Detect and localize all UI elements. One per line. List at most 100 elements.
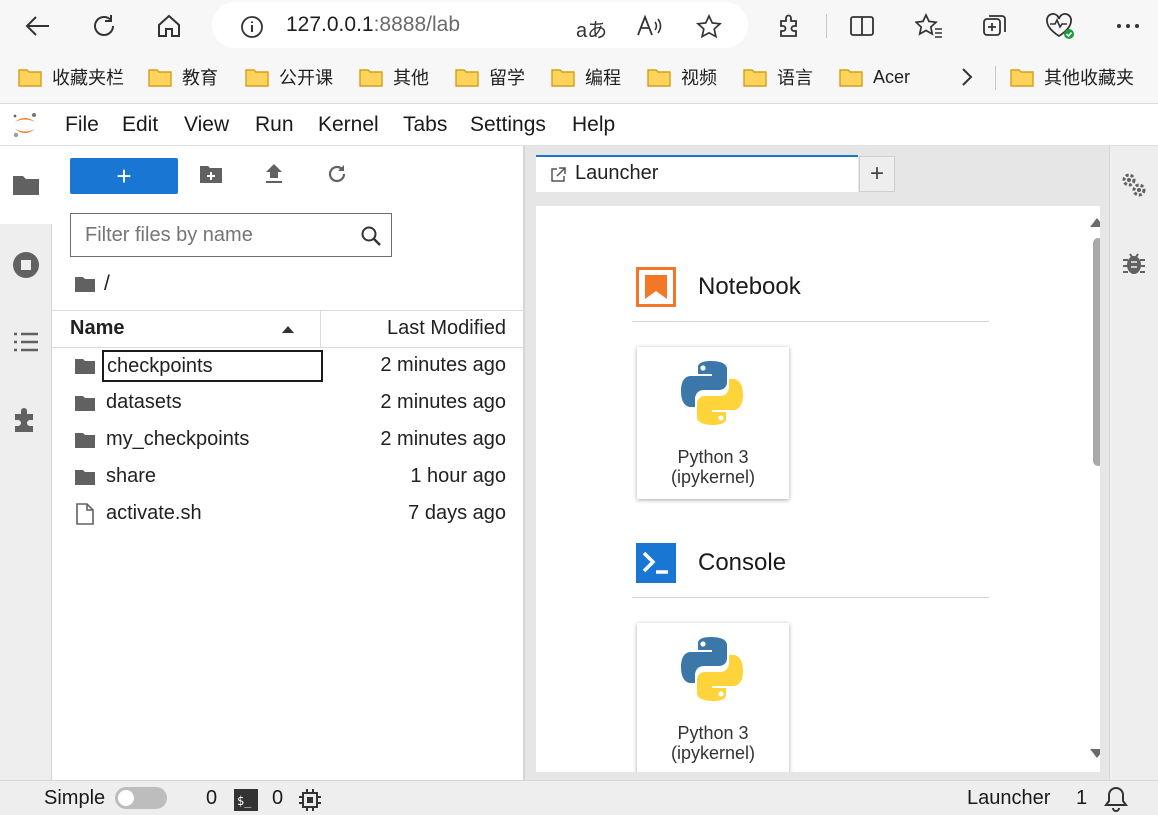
active-tab-name: Launcher bbox=[967, 787, 1051, 809]
split-screen-button[interactable] bbox=[842, 6, 882, 46]
extension-manager-tab[interactable] bbox=[0, 402, 52, 442]
browser-essentials-button[interactable] bbox=[1040, 6, 1080, 46]
scroll-down-arrow-icon[interactable] bbox=[1089, 748, 1100, 760]
menu-kernel[interactable]: Kernel bbox=[318, 113, 379, 137]
bookmark-folder[interactable]: 编程 bbox=[551, 64, 621, 90]
file-row[interactable]: checkpoints 2 minutes ago bbox=[52, 348, 525, 385]
home-button[interactable] bbox=[149, 6, 189, 46]
bookmark-folder[interactable]: Acer bbox=[839, 64, 910, 90]
column-divider[interactable] bbox=[320, 311, 321, 348]
column-name-header[interactable]: Name bbox=[70, 317, 124, 340]
back-button[interactable] bbox=[18, 6, 58, 46]
console-section-title: Console bbox=[698, 549, 787, 576]
file-icon bbox=[76, 503, 94, 525]
svg-text:$_: $_ bbox=[237, 794, 252, 808]
scroll-up-arrow-icon[interactable] bbox=[1089, 216, 1100, 228]
refresh-button[interactable] bbox=[84, 6, 124, 46]
simple-mode-toggle[interactable] bbox=[115, 787, 167, 809]
console-python3-card[interactable]: Python 3 (ipykernel) bbox=[637, 623, 789, 772]
collections-button[interactable] bbox=[975, 6, 1015, 46]
favorites-button[interactable] bbox=[909, 6, 949, 46]
chevron-right-icon bbox=[962, 68, 973, 86]
bookmark-label: Acer bbox=[873, 66, 911, 87]
bookmark-folder[interactable]: 语言 bbox=[743, 64, 813, 90]
section-divider bbox=[632, 597, 989, 598]
section-divider bbox=[632, 321, 989, 322]
file-row[interactable]: datasets 2 minutes ago bbox=[52, 385, 525, 422]
new-tab-button[interactable]: + bbox=[859, 156, 895, 192]
menu-view[interactable]: View bbox=[184, 113, 229, 137]
bookmarks-overflow-button[interactable] bbox=[960, 64, 984, 90]
url-text[interactable]: 127.0.0.1:8888/lab bbox=[286, 13, 460, 37]
jupyter-logo-icon bbox=[13, 113, 36, 138]
kernel-label-line1: Python 3 bbox=[677, 723, 749, 743]
bookmark-folder[interactable]: 留学 bbox=[455, 64, 525, 90]
file-browser-panel: + / Name Last Modified checkpoints 2 min… bbox=[52, 146, 525, 780]
column-modified-header[interactable]: Last Modified bbox=[387, 317, 506, 340]
sort-ascending-icon[interactable] bbox=[281, 325, 295, 334]
debugger-bug-icon[interactable] bbox=[1121, 250, 1147, 276]
notebook-section-title: Notebook bbox=[698, 273, 801, 300]
terminal-icon[interactable]: $_ bbox=[234, 789, 258, 811]
bookmark-label: 其他 bbox=[393, 68, 429, 88]
file-row[interactable]: my_checkpoints 2 minutes ago bbox=[52, 422, 525, 459]
breadcrumb[interactable]: / bbox=[74, 272, 110, 296]
kernels-count[interactable]: 0 bbox=[272, 787, 283, 810]
file-name: my_checkpoints bbox=[106, 428, 250, 450]
upload-icon[interactable] bbox=[263, 163, 285, 185]
bell-icon[interactable] bbox=[1104, 786, 1128, 812]
file-row[interactable]: share 1 hour ago bbox=[52, 459, 525, 496]
kernel-chip-icon[interactable] bbox=[299, 789, 321, 811]
bookmark-folder[interactable]: 收藏夹栏 bbox=[18, 64, 124, 90]
file-row[interactable]: activate.sh 7 days ago bbox=[52, 496, 525, 533]
translate-icon[interactable]: aあ bbox=[576, 14, 607, 43]
running-sessions-tab[interactable] bbox=[0, 246, 52, 286]
search-icon bbox=[361, 226, 381, 246]
menu-help[interactable]: Help bbox=[572, 113, 615, 137]
more-dots-icon bbox=[1117, 24, 1139, 28]
bookmark-label: 视频 bbox=[681, 68, 717, 88]
bookmark-folder[interactable]: 视频 bbox=[647, 64, 717, 90]
menu-tabs[interactable]: Tabs bbox=[403, 113, 447, 137]
menu-file[interactable]: File bbox=[65, 113, 99, 137]
other-bookmarks-folder[interactable]: 其他收藏夹 bbox=[1010, 64, 1134, 90]
breadcrumb-root[interactable]: / bbox=[104, 272, 110, 296]
extensions-button[interactable] bbox=[770, 6, 810, 46]
new-folder-icon[interactable] bbox=[199, 163, 223, 185]
url-host: 127.0.0.1 bbox=[286, 13, 374, 36]
notification-count[interactable]: 1 bbox=[1076, 787, 1087, 810]
table-of-contents-tab[interactable] bbox=[0, 324, 52, 364]
folder-icon bbox=[148, 69, 172, 87]
back-arrow-icon bbox=[25, 16, 49, 36]
notebook-python3-card[interactable]: Python 3 (ipykernel) bbox=[637, 347, 789, 499]
browser-menu-button[interactable] bbox=[1108, 6, 1148, 46]
puzzle-icon bbox=[15, 408, 33, 432]
bookmark-label: 语言 bbox=[777, 68, 813, 88]
kernel-label-line1: Python 3 bbox=[677, 447, 749, 467]
refresh-icon[interactable] bbox=[326, 163, 348, 185]
address-bar[interactable]: 127.0.0.1:8888/lab aあ bbox=[212, 2, 748, 48]
favorite-star-icon[interactable] bbox=[696, 14, 722, 40]
menu-run[interactable]: Run bbox=[255, 113, 294, 137]
kernel-label-line2: (ipykernel) bbox=[670, 743, 756, 763]
terminals-count[interactable]: 0 bbox=[206, 787, 217, 810]
site-info-icon[interactable] bbox=[240, 15, 264, 39]
scrollbar-thumb[interactable] bbox=[1093, 238, 1100, 466]
property-inspector-gears-icon[interactable] bbox=[1121, 171, 1147, 199]
file-modified: 7 days ago bbox=[408, 502, 506, 524]
read-aloud-icon[interactable] bbox=[636, 14, 664, 38]
bookmark-folder[interactable]: 其他 bbox=[359, 64, 429, 90]
file-browser-tab[interactable] bbox=[0, 146, 52, 224]
python-logo-icon bbox=[681, 637, 743, 701]
bookmark-folder[interactable]: 公开课 bbox=[245, 64, 333, 90]
jupyter-menubar: File Edit View Run Kernel Tabs Settings … bbox=[0, 104, 1158, 146]
menu-edit[interactable]: Edit bbox=[122, 113, 158, 137]
new-launcher-button[interactable]: + bbox=[70, 158, 178, 194]
bookmark-folder[interactable]: 教育 bbox=[148, 64, 218, 90]
menu-settings[interactable]: Settings bbox=[470, 113, 546, 137]
refresh-icon bbox=[94, 15, 114, 36]
filter-files-input[interactable] bbox=[85, 222, 355, 248]
file-name-rename-input[interactable]: checkpoints bbox=[102, 350, 323, 382]
tab-launcher[interactable]: Launcher bbox=[536, 155, 858, 192]
bookmark-label: 公开课 bbox=[279, 68, 333, 88]
